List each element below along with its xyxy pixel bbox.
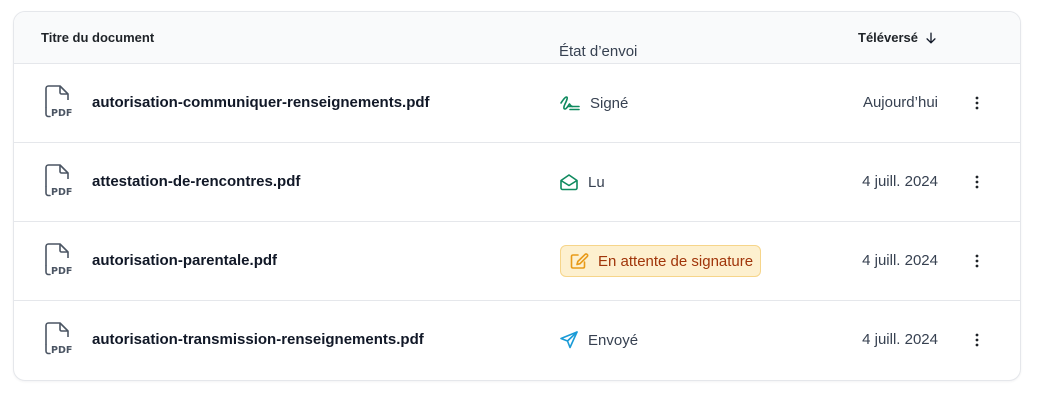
more-vertical-icon	[975, 254, 979, 268]
upload-date: Aujourd’hui	[862, 94, 938, 111]
signature-icon	[560, 96, 580, 111]
row-menu-button[interactable]	[967, 92, 987, 114]
row-menu-button[interactable]	[967, 171, 987, 193]
svg-text:PDF: PDF	[51, 108, 72, 119]
pdf-file-icon: PDF	[45, 322, 72, 356]
svg-text:PDF: PDF	[51, 266, 72, 277]
more-vertical-icon	[975, 96, 979, 110]
upload-date: 4 juill. 2024	[862, 252, 938, 269]
document-name[interactable]: attestation-de-rencontres.pdf	[92, 173, 300, 190]
upload-date: 4 juill. 2024	[862, 331, 938, 348]
documents-table: Titre du document État d’envoi Téléversé…	[13, 11, 1021, 381]
envelope-open-icon	[560, 174, 578, 191]
more-vertical-icon	[975, 333, 979, 347]
status-read: Lu	[559, 169, 605, 195]
table-header: Titre du document État d’envoi Téléversé	[14, 12, 1020, 64]
column-header-title: Titre du document	[41, 30, 155, 45]
row-menu-button[interactable]	[967, 329, 987, 351]
pdf-file-icon: PDF	[45, 85, 72, 119]
status-pending-badge: En attente de signature	[560, 245, 762, 277]
edit-icon	[570, 253, 589, 269]
pdf-file-icon: PDF	[45, 243, 72, 277]
upload-date: 4 juill. 2024	[862, 173, 938, 190]
column-header-uploaded[interactable]: Téléversé	[858, 30, 938, 45]
table-row[interactable]: PDF autorisation-transmission-renseignem…	[14, 301, 1020, 380]
arrow-down-icon	[926, 32, 936, 43]
document-name[interactable]: autorisation-parentale.pdf	[92, 252, 277, 269]
row-menu-button[interactable]	[967, 250, 987, 272]
document-name[interactable]: autorisation-transmission-renseignements…	[92, 331, 424, 348]
send-icon	[560, 331, 578, 349]
status-signed: Signé	[559, 90, 628, 116]
status-sent: Envoyé	[559, 327, 638, 353]
document-name[interactable]: autorisation-communiquer-renseignements.…	[92, 94, 430, 111]
pdf-file-icon: PDF	[45, 164, 72, 198]
column-header-status: État d’envoi	[559, 42, 638, 60]
table-row[interactable]: PDF attestation-de-rencontres.pdf Lu 4 j…	[14, 143, 1020, 222]
table-row[interactable]: PDF autorisation-communiquer-renseigneme…	[14, 64, 1020, 143]
table-row[interactable]: PDF autorisation-parentale.pdf En attent…	[14, 222, 1020, 301]
svg-text:PDF: PDF	[51, 187, 72, 198]
more-vertical-icon	[975, 175, 979, 189]
svg-text:PDF: PDF	[51, 345, 72, 356]
